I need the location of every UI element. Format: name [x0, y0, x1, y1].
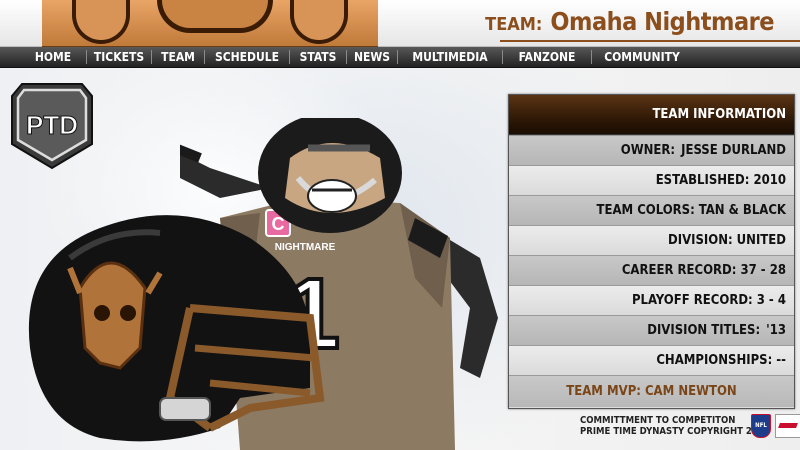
info-label: TEAM COLORS: [596, 203, 695, 218]
info-row-team-colors: TEAM COLORS: TAN & BLACK [509, 195, 794, 225]
footer-tagline: COMMITTMENT TO COMPETITON [580, 415, 736, 426]
main-content: PTD 1 NIGHTMARE C TEAM INFORMATION OWNER… [0, 68, 800, 450]
nav-team[interactable]: TEAM [152, 50, 204, 64]
team-helmet-image [28, 215, 325, 442]
team-name: Omaha Nightmare [550, 7, 774, 36]
nav-community[interactable]: COMMUNITY [592, 50, 692, 64]
info-label: CHAMPIONSHIPS: [656, 353, 773, 368]
team-mvp: TEAM MVP: CAM NEWTON [509, 375, 794, 407]
info-row-career-record: CAREER RECORD: 37 - 28 [509, 255, 794, 285]
info-label: DIVISION: [668, 233, 733, 248]
mvp-label: TEAM MVP: [566, 384, 641, 399]
info-value: 37 - 28 [740, 263, 786, 278]
info-value: 2010 [753, 173, 786, 188]
team-label: TEAM: [485, 14, 543, 35]
info-label: CAREER RECORD: [621, 263, 737, 278]
info-row-owner: OWNER: JESSE DURLAND [509, 135, 794, 165]
info-row-established: ESTABLISHED: 2010 [509, 165, 794, 195]
logo-horn-left [72, 0, 130, 44]
logo-horn-right [290, 0, 348, 44]
info-value: JESSE DURLAND [681, 143, 786, 158]
nav-news[interactable]: NEWS [347, 50, 397, 64]
team-title: TEAM: Omaha Nightmare [485, 7, 774, 41]
info-value: TAN & BLACK [698, 203, 786, 218]
info-value: '13 [766, 323, 786, 338]
info-label: ESTABLISHED: [655, 173, 750, 188]
info-row-division: DIVISION: UNITED [509, 225, 794, 255]
nav-tickets[interactable]: TICKETS [87, 50, 151, 64]
footer-copyright: PRIME TIME DYNASTY COPYRIGHT 2015 [580, 426, 770, 437]
team-info-title: TEAM INFORMATION [509, 95, 794, 135]
ptd-text: PTD [26, 110, 78, 140]
header: TEAM: Omaha Nightmare [0, 0, 800, 48]
main-nav: HOME TICKETS TEAM SCHEDULE STATS NEWS MU… [0, 47, 800, 68]
info-row-playoff-record: PLAYOFF RECORD: 3 - 4 [509, 285, 794, 315]
nav-stats[interactable]: STATS [290, 50, 346, 64]
info-row-division-titles: DIVISION TITLES: '13 [509, 315, 794, 345]
info-label: PLAYOFF RECORD: [631, 293, 753, 308]
info-value: -- [776, 353, 786, 368]
nav-home[interactable]: HOME [32, 50, 74, 64]
nfl-logo-icon: NFL [751, 414, 771, 438]
ptd-shield-logo: PTD [11, 83, 93, 170]
nav-schedule[interactable]: SCHEDULE [205, 50, 289, 64]
info-row-championships: CHAMPIONSHIPS: -- [509, 345, 794, 375]
team-info-panel: TEAM INFORMATION OWNER: JESSE DURLAND ES… [508, 94, 795, 409]
nav-multimedia[interactable]: MULTIMEDIA [398, 50, 502, 64]
team-logo-crest [42, 0, 378, 48]
info-label: DIVISION TITLES: [647, 323, 761, 338]
info-value: 3 - 4 [756, 293, 786, 308]
mvp-value: CAM NEWTON [644, 384, 737, 399]
logo-jaw [157, 0, 273, 33]
info-value: UNITED [736, 233, 786, 248]
info-label: OWNER: [620, 143, 676, 158]
title-underline [500, 40, 800, 42]
nav-fanzone[interactable]: FANZONE [503, 50, 591, 64]
footer: COMMITTMENT TO COMPETITON PRIME TIME DYN… [580, 412, 800, 442]
fanpage-logo-icon [775, 414, 800, 438]
